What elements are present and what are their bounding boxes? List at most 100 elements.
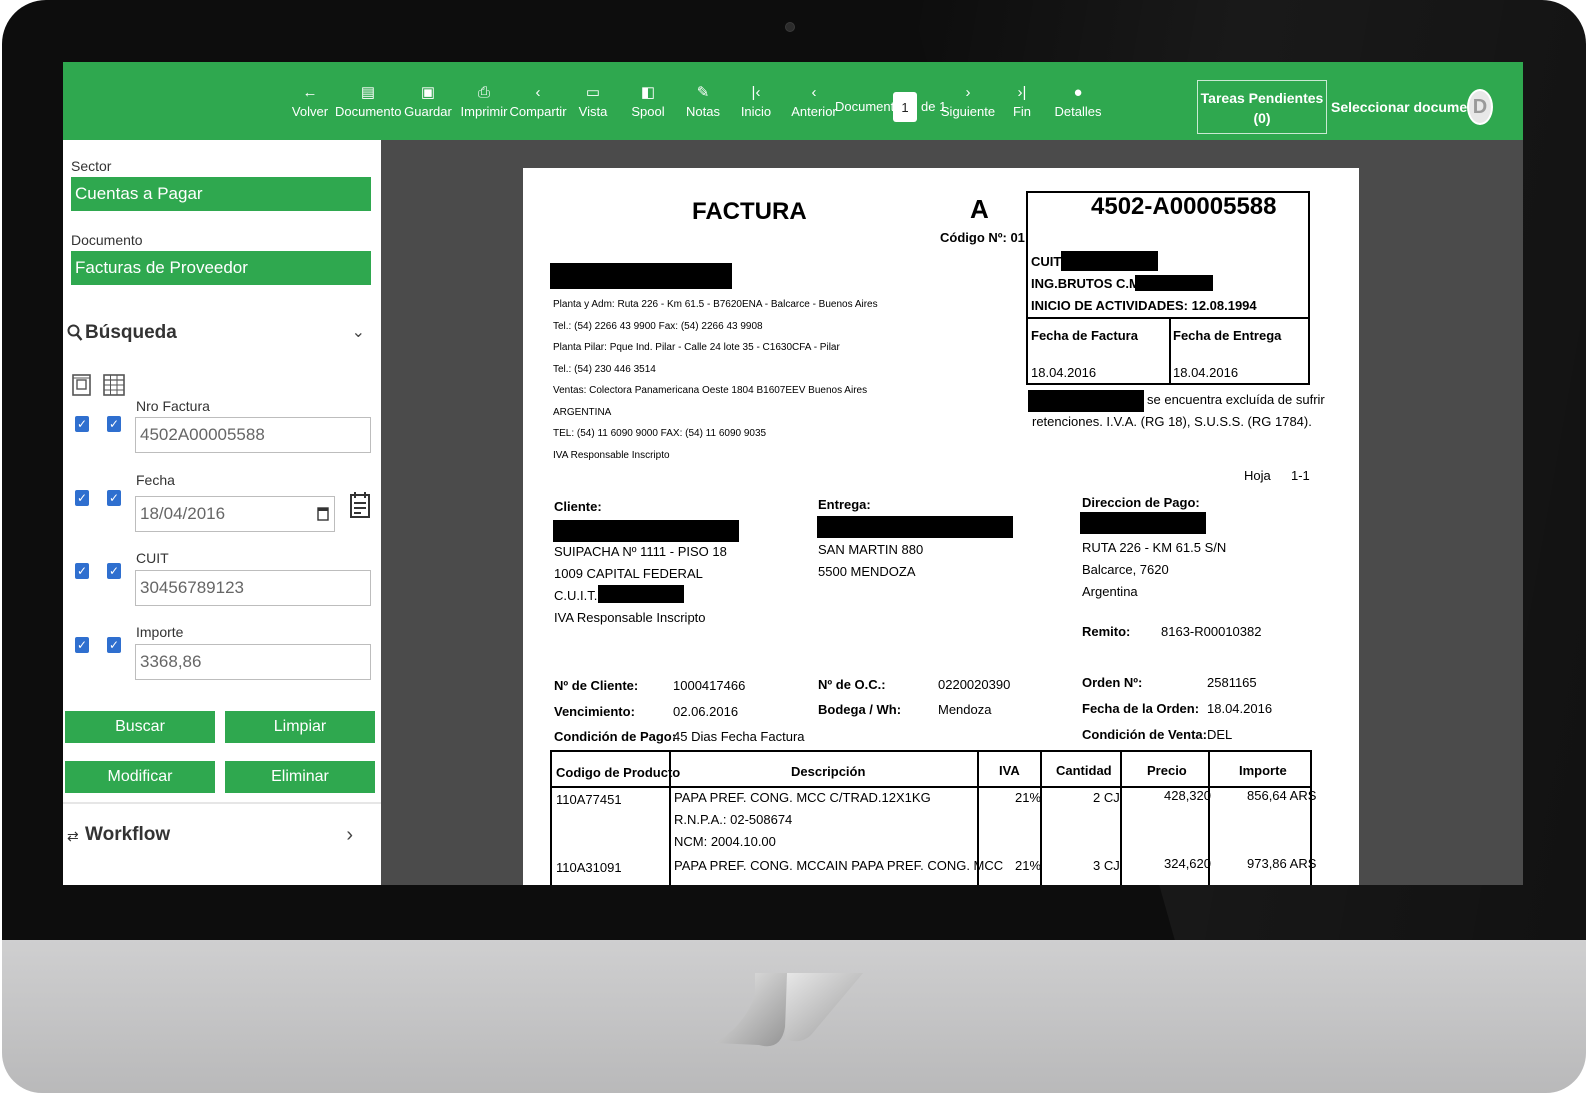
redacted-exclusion-entity	[1028, 390, 1144, 412]
app-screen: ← Volver ▤ Documento ▣ Guardar ⎙ Imprimir ‹ Compa…	[63, 62, 1523, 885]
cliente-line: IVA Responsable Inscripto	[554, 610, 706, 625]
document-icon: ▤	[360, 84, 376, 101]
nro-factura-label: Nro Factura	[136, 398, 210, 414]
pago-label: Direccion de Pago:	[1082, 495, 1200, 510]
ing-brutos-label: ING.BRUTOS C.M.:	[1031, 276, 1148, 291]
fecha-input[interactable]	[135, 496, 335, 532]
invoice-number: 4502-A00005588	[1091, 193, 1277, 220]
fecha-entrega-value: 18.04.2016	[1173, 365, 1239, 380]
redacted-company-name	[550, 263, 732, 289]
hoja-value: 1-1	[1291, 468, 1310, 483]
redacted-client-cuit	[598, 585, 684, 603]
meta-value: DEL	[1207, 727, 1233, 742]
buscar-button[interactable]: Buscar	[65, 711, 215, 743]
field-visible-checkbox[interactable]: ✓	[107, 563, 121, 579]
table-header: Cantidad	[1056, 763, 1112, 778]
cliente-line: SUIPACHA Nº 1111 - PISO 18	[554, 544, 727, 559]
meta-label: Fecha de la Orden:	[1082, 701, 1200, 716]
importe-input[interactable]	[135, 644, 371, 680]
toolbar-button-label: Documento	[335, 104, 402, 119]
inicio-actividades: INICIO DE ACTIVIDADES: 12.08.1994	[1031, 298, 1257, 313]
meta-value: 1000417466	[673, 678, 746, 693]
meta-value: 02.06.2016	[673, 704, 739, 719]
company-info-line: IVA Responsable Inscripto	[553, 449, 670, 461]
remito-label: Remito:	[1082, 624, 1131, 639]
row-desc: PAPA PREF. CONG. MCCAIN PAPA PREF. CONG.…	[674, 858, 1004, 873]
toolbar-button-label: Volver	[291, 104, 329, 119]
pending-tasks-label: Tareas Pendientes	[1200, 90, 1324, 106]
pending-tasks-button[interactable]: Tareas Pendientes (0)	[1197, 80, 1327, 134]
toolbar-inicio-button[interactable]: |‹ Inicio	[723, 82, 789, 120]
document-viewer[interactable]: FACTURA A Código Nº: 01 Planta y Adm: Ru…	[381, 140, 1523, 885]
company-info-line: TEL: (54) 11 6090 9000 FAX: (54) 11 6090…	[553, 428, 767, 439]
field-enabled-checkbox[interactable]: ✓	[75, 563, 89, 579]
workflow-title: Workflow	[85, 824, 171, 845]
modificar-button[interactable]: Modificar	[65, 761, 215, 793]
cliente-label: Cliente:	[554, 499, 602, 514]
meta-label: Nº de O.C.:	[818, 677, 886, 692]
remito-value: 8163-R00010382	[1161, 624, 1262, 639]
field-enabled-checkbox[interactable]: ✓	[75, 637, 89, 653]
field-enabled-checkbox[interactable]: ✓	[75, 416, 89, 432]
cuit-label: CUIT:	[1031, 254, 1065, 269]
sector-select[interactable]: Cuentas a Pagar	[71, 177, 371, 211]
row-price: 428,320	[1164, 788, 1211, 803]
field-visible-checkbox[interactable]: ✓	[107, 490, 121, 506]
fecha-factura-label: Fecha de Factura	[1031, 328, 1138, 343]
toolbar-button-label: Detalles	[1054, 104, 1102, 119]
user-avatar[interactable]: D	[1467, 89, 1493, 125]
table-header: Importe	[1239, 763, 1287, 778]
invoice-title: FACTURA	[692, 198, 807, 225]
limpiar-button[interactable]: Limpiar	[225, 711, 375, 743]
workflow-section-toggle[interactable]: ⇄ Workflow ›	[67, 820, 367, 850]
sector-label: Sector	[71, 158, 112, 174]
info-icon: ●	[1073, 84, 1083, 101]
grid-view-icon[interactable]	[103, 372, 125, 398]
importe-label: Importe	[136, 624, 184, 640]
webcam-dot	[785, 22, 795, 32]
entrega-label: Entrega:	[818, 497, 871, 512]
field-enabled-checkbox[interactable]: ✓	[75, 490, 89, 506]
row-code: 110A77451	[556, 792, 622, 807]
table-header: Codigo de Producto	[556, 765, 681, 780]
meta-label: Orden Nº:	[1082, 675, 1143, 690]
row-qty: 3 CJ	[1093, 858, 1120, 873]
sidebar-divider	[63, 802, 381, 804]
cuit-input[interactable]	[135, 570, 371, 606]
toolbar-volver-button[interactable]: ← Volver	[277, 82, 343, 120]
exclusion-text-2: retenciones. I.V.A. (RG 18), S.U.S.S. (R…	[1032, 414, 1312, 429]
invoice-letter: A	[970, 194, 989, 224]
document-page-input[interactable]	[893, 92, 917, 122]
document-of-label: de 1	[921, 99, 947, 114]
date-picker-icon[interactable]	[317, 505, 329, 521]
documento-select[interactable]: Facturas de Proveedor	[71, 251, 371, 285]
brand-logo-icon	[715, 973, 863, 1047]
swap-arrows-icon: ⇄	[67, 828, 79, 844]
back-arrow-icon: ←	[302, 84, 318, 101]
toolbar-detalles-button[interactable]: ● Detalles	[1045, 82, 1111, 120]
field-visible-checkbox[interactable]: ✓	[107, 416, 121, 432]
select-fields-icon[interactable]	[71, 372, 93, 398]
row-price: 324,620	[1164, 856, 1211, 871]
toolbar-documento-button[interactable]: ▤ Documento	[335, 82, 401, 120]
row-qty: 2 CJ	[1093, 790, 1120, 805]
nro-factura-input[interactable]	[135, 417, 371, 453]
field-visible-checkbox[interactable]: ✓	[107, 637, 121, 653]
fecha-factura-value: 18.04.2016	[1031, 365, 1097, 380]
busqueda-section-toggle[interactable]: Búsqueda ⌄	[67, 318, 367, 346]
exclusion-text-1: se encuentra excluída de sufrir	[1147, 392, 1325, 407]
calendar-icon[interactable]	[349, 490, 371, 522]
search-sidebar: Sector Cuentas a Pagar Documento Factura…	[63, 140, 381, 885]
table-header: IVA	[999, 763, 1020, 778]
invoice-page: FACTURA A Código Nº: 01 Planta y Adm: Ru…	[523, 168, 1359, 885]
cliente-line: 1009 CAPITAL FEDERAL	[554, 566, 703, 581]
pending-tasks-count: (0)	[1253, 110, 1271, 126]
chevron-down-icon: ⌄	[351, 324, 365, 341]
eliminar-button[interactable]: Eliminar	[225, 761, 375, 793]
company-info-line: Tel.: (54) 230 446 3514	[553, 363, 656, 375]
monitor-frame: ← Volver ▤ Documento ▣ Guardar ⎙ Imprimir ‹ Compa…	[0, 0, 1588, 1093]
row-iva: 21%	[1015, 858, 1042, 873]
pago-line: Balcarce, 7620	[1082, 562, 1169, 577]
row-desc: R.N.P.A.: 02-508674	[674, 812, 793, 827]
chevron-right-icon: ›	[346, 824, 353, 846]
